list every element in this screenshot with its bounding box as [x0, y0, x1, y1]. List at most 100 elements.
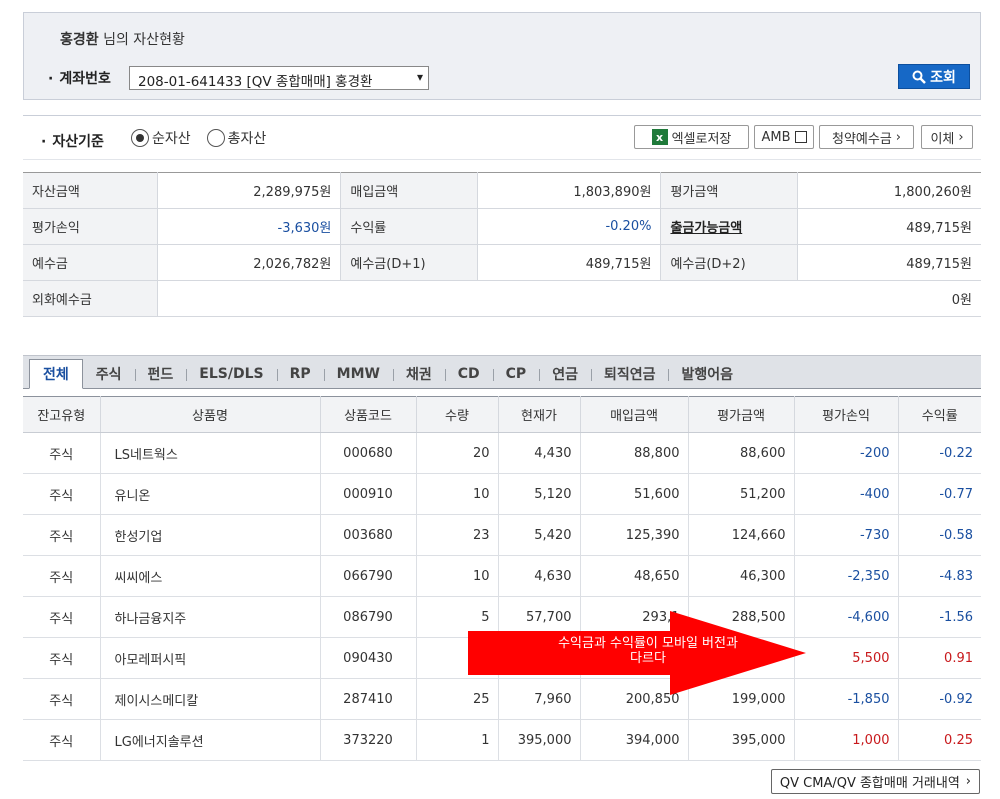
summary-value: 1,800,260원	[797, 172, 981, 209]
subscription-deposit-label: 청약예수금	[831, 131, 892, 147]
search-button[interactable]: 조회	[898, 64, 970, 89]
tab-item[interactable]: RP	[276, 360, 324, 388]
tab-item[interactable]: 채권	[392, 360, 445, 388]
cell-valuation-pl: -1,850	[794, 678, 899, 720]
cell-return-rate: -0.22	[898, 432, 981, 474]
tab-item[interactable]: 퇴직연금	[590, 360, 669, 388]
column-header: 수익률	[898, 396, 981, 433]
transfer-button[interactable]: 이체 ›	[921, 125, 973, 149]
cell-valuation-pl: -730	[794, 514, 899, 556]
table-row[interactable]: 주식 LS네트웍스 000680 20 4,430 88,800 88,600 -200 -0.…	[23, 432, 981, 474]
cell-balance-type: 주식	[23, 432, 101, 474]
column-header: 수량	[416, 396, 499, 433]
page-title: 홍경환 님의 자산현황	[60, 29, 185, 49]
cell-valuation-amount: 88,600	[688, 432, 795, 474]
summary-key: 수익률	[340, 208, 478, 245]
summary-row: 평가손익 -3,630원 수익률 -0.20% 출금가능금액 489,715원	[23, 208, 981, 245]
transaction-history-button[interactable]: QV CMA/QV 종합매매 거래내역 ›	[770, 769, 980, 794]
summary-key: 예수금	[23, 244, 158, 281]
cell-product-name: 하나금융지주	[100, 596, 321, 638]
summary-key: 예수금(D+1)	[340, 244, 478, 281]
cell-product-code: 373220	[320, 719, 417, 761]
cell-product-code: 000680	[320, 432, 417, 474]
summary-value: 2,026,782원	[157, 244, 342, 281]
table-row[interactable]: 주식 유니온 000910 10 5,120 51,600 51,200 -400 -0.77	[23, 473, 981, 515]
summary-row: 외화예수금 0원	[23, 280, 981, 317]
cell-return-rate: -0.77	[898, 473, 981, 515]
excel-save-label: 엑셀로저장	[671, 131, 732, 147]
chevron-right-icon: ›	[958, 129, 964, 145]
cell-valuation-pl: 1,000	[794, 719, 899, 761]
table-row[interactable]: 주식 한성기업 003680 23 5,420 125,390 124,660 -730 -0.…	[23, 514, 981, 556]
summary-row: 예수금 2,026,782원 예수금(D+1) 489,715원 예수금(D+2…	[23, 244, 981, 281]
tab-item[interactable]: 발행어음	[668, 360, 746, 388]
summary-value: -0.20%	[477, 208, 662, 245]
title-suffix: 님의 자산현황	[103, 32, 185, 48]
tab-item[interactable]: 연금	[539, 360, 591, 388]
user-name: 홍경환	[60, 32, 99, 48]
subscription-deposit-button[interactable]: 청약예수금 ›	[819, 125, 914, 149]
cell-current-price: 4,630	[498, 555, 581, 597]
table-row[interactable]: 주식 씨씨에스 066790 10 4,630 48,650 46,300 -2,350 -4.…	[23, 555, 981, 597]
cell-valuation-pl: -4,600	[794, 596, 899, 638]
tab-item[interactable]: CD	[444, 360, 493, 388]
tab-item[interactable]: CP	[492, 360, 540, 388]
cell-product-name: 씨씨에스	[100, 555, 321, 597]
column-header: 상품명	[100, 396, 321, 433]
annotation-text: 수익금과 수익률이 모바일 버전과 다르다	[508, 636, 788, 666]
column-header: 상품코드	[320, 396, 417, 433]
summary-key: 평가금액	[660, 172, 798, 209]
cell-return-rate: -4.83	[898, 555, 981, 597]
cell-balance-type: 주식	[23, 514, 101, 556]
cell-valuation-pl: -400	[794, 473, 899, 515]
radio-net-asset[interactable]: 순자산	[131, 128, 191, 148]
cell-valuation-amount: 51,200	[688, 473, 795, 515]
cell-balance-type: 주식	[23, 637, 101, 679]
annotation-line-2: 다르다	[630, 651, 666, 666]
withdrawable-amount-link[interactable]: 출금가능금액	[660, 208, 798, 245]
cell-current-price: 5,120	[498, 473, 581, 515]
amb-label: AMB	[761, 129, 791, 145]
tab-item[interactable]: 전체	[29, 359, 83, 389]
cell-quantity: 1	[416, 719, 499, 761]
tab-item[interactable]: ELS/DLS	[186, 360, 276, 388]
tab-item[interactable]: MMW	[323, 360, 393, 388]
asset-basis-bar: 자산기준 순자산 총자산 x 엑셀로저장 AMB 청약예수금 › 이체 ›	[23, 115, 981, 160]
cell-quantity: 10	[416, 473, 499, 515]
column-header: 평가손익	[794, 396, 899, 433]
radio-checked-icon	[131, 129, 149, 147]
summary-key: 매입금액	[340, 172, 478, 209]
cell-return-rate: -1.56	[898, 596, 981, 638]
cell-balance-type: 주식	[23, 719, 101, 761]
table-row[interactable]: 주식 LG에너지솔루션 373220 1 395,000 394,000 395,000 1,…	[23, 719, 981, 761]
cell-valuation-pl: -2,350	[794, 555, 899, 597]
cell-product-code: 000910	[320, 473, 417, 515]
tab-item[interactable]: 펀드	[134, 360, 187, 388]
amb-button[interactable]: AMB	[754, 125, 814, 149]
radio-total-asset[interactable]: 총자산	[206, 128, 266, 148]
cell-product-name: 아모레퍼시픽	[100, 637, 321, 679]
cell-purchase-amount: 394,000	[580, 719, 689, 761]
transfer-label: 이체	[930, 131, 955, 147]
product-tabs: 전체 주식 펀드 ELS/DLS RP MMW 채권 CD CP 연금 퇴직연금 발행어음	[23, 355, 981, 389]
cell-quantity: 20	[416, 432, 499, 474]
cell-return-rate: -0.92	[898, 678, 981, 720]
summary-key: 외화예수금	[23, 280, 158, 317]
cell-quantity: 23	[416, 514, 499, 556]
cell-product-code: 287410	[320, 678, 417, 720]
excel-save-button[interactable]: x 엑셀로저장	[634, 125, 749, 149]
cell-purchase-amount: 125,390	[580, 514, 689, 556]
account-select[interactable]: 208-01-641433 [QV 종합매매] 홍경환 ▾	[129, 66, 429, 90]
cell-product-code: 066790	[320, 555, 417, 597]
asset-basis-label: 자산기준	[41, 131, 104, 151]
cell-valuation-pl: 5,500	[794, 637, 899, 679]
summary-value: 489,715원	[477, 244, 662, 281]
column-header: 잔고유형	[23, 396, 101, 433]
cell-product-code: 086790	[320, 596, 417, 638]
summary-value: 0원	[157, 280, 981, 317]
tab-item[interactable]: 주식	[83, 360, 135, 388]
external-link-icon	[794, 131, 807, 143]
table-header-row: 잔고유형 상품명 상품코드 수량 현재가 매입금액 평가금액 평가손익 수익률	[23, 396, 981, 433]
asset-basis-radios: 순자산 총자산	[131, 128, 266, 148]
summary-key: 예수금(D+2)	[660, 244, 798, 281]
